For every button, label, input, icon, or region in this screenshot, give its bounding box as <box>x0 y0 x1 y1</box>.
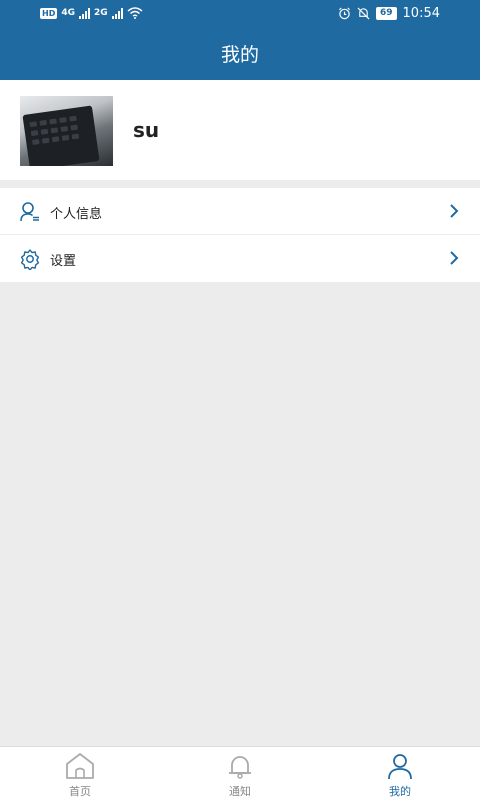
menu-item-label: 设置 <box>50 254 77 269</box>
profile-card[interactable]: su <box>0 80 480 180</box>
mute-bell-icon <box>357 7 370 20</box>
settings-menu: 个人信息 设置 <box>0 188 480 282</box>
signal-icon <box>79 7 90 19</box>
tab-notifications[interactable]: 通知 <box>190 747 290 800</box>
tab-label: 通知 <box>229 785 251 798</box>
chevron-right-icon <box>450 251 459 265</box>
signal-2g-label: 2G <box>94 8 108 18</box>
avatar-keyboard-image <box>22 105 100 166</box>
bottom-tab-bar: 首页 通知 我的 <box>0 746 480 800</box>
page-title: 我的 <box>0 30 480 80</box>
signal-icon-2 <box>111 7 123 19</box>
status-right: 69 10:54 <box>338 6 440 21</box>
status-left: HD 4G 2G <box>40 7 143 19</box>
status-time: 10:54 <box>402 6 440 21</box>
hd-badge: HD <box>40 7 58 19</box>
avatar[interactable] <box>20 96 113 166</box>
tab-mine[interactable]: 我的 <box>350 747 450 800</box>
bell-icon <box>229 756 251 779</box>
menu-item-label: 个人信息 <box>50 207 103 222</box>
wifi-icon <box>127 7 143 19</box>
home-icon <box>66 753 94 779</box>
gear-icon <box>20 249 40 270</box>
tab-label: 首页 <box>69 785 91 798</box>
menu-item-personal-info[interactable]: 个人信息 <box>0 188 480 235</box>
signal-4g-label: 4G <box>61 8 75 18</box>
tab-home[interactable]: 首页 <box>30 747 130 800</box>
battery-icon: 69 <box>376 7 397 20</box>
status-bar: HD 4G 2G 69 10:54 <box>0 0 480 30</box>
menu-item-settings[interactable]: 设置 <box>0 235 480 282</box>
user-info-icon <box>20 202 39 222</box>
username: su <box>133 118 160 142</box>
tab-label: 我的 <box>389 785 411 798</box>
chevron-right-icon <box>450 204 459 218</box>
user-icon <box>388 754 412 780</box>
alarm-icon <box>338 7 351 20</box>
